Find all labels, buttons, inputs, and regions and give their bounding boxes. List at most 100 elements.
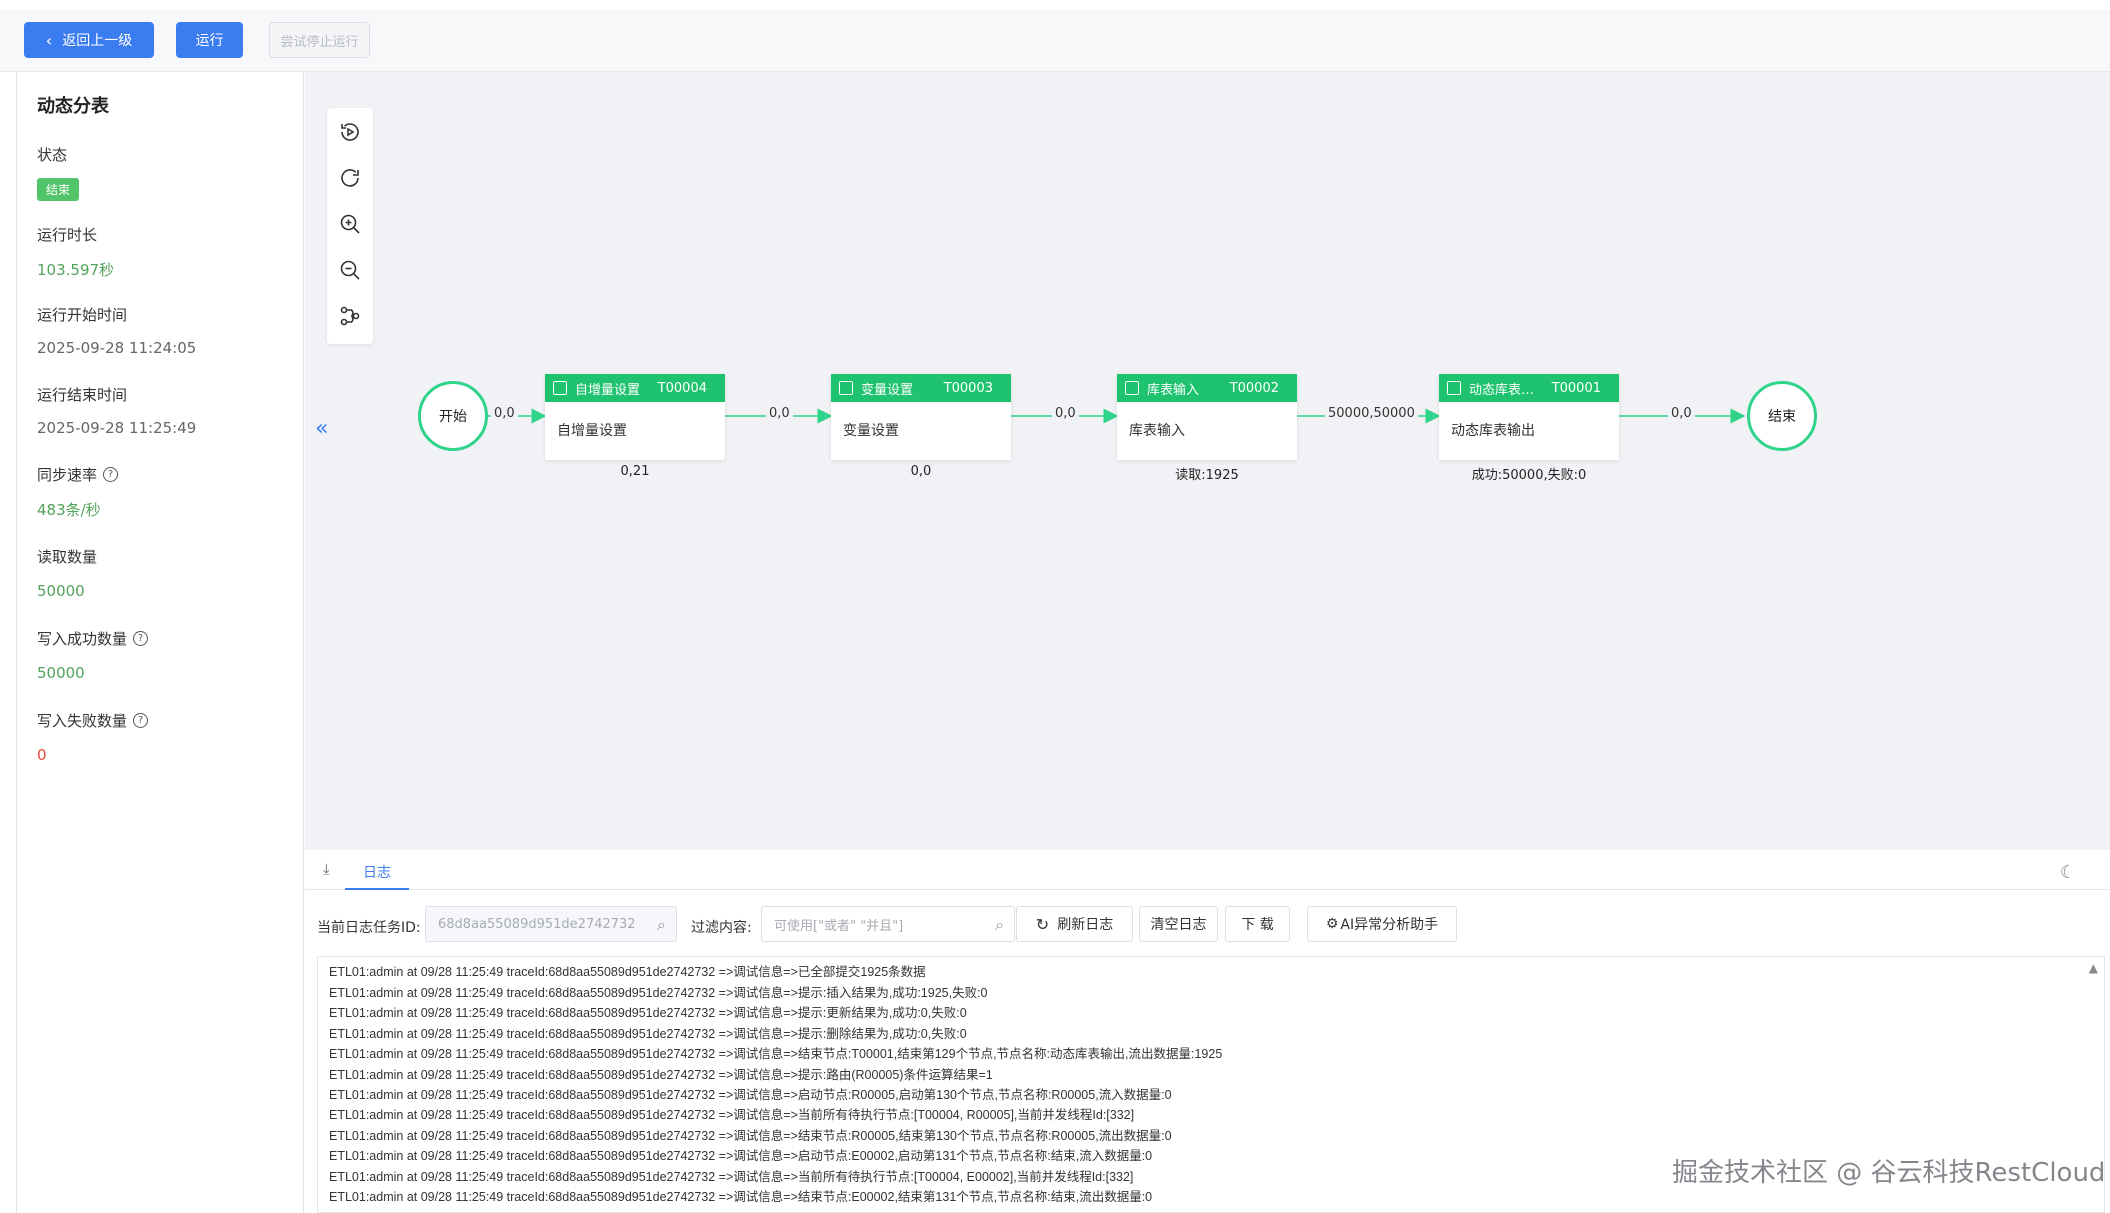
ai-icon: ⚙ [1325,916,1339,932]
refresh-icon: ↻ [1035,914,1050,934]
write-success-label: 写入成功数量 [37,630,128,648]
search-icon[interactable]: ⌕ [657,915,666,935]
refresh-log-label: 刷新日志 [1057,917,1114,933]
edge-label: 0,0 [491,406,518,421]
tab-log[interactable]: 日志 [345,856,409,890]
edge-label: 0,0 [1668,406,1695,421]
node-stat: 0,21 [620,464,650,479]
task-id-label: 当前日志任务ID: [317,920,421,936]
back-button[interactable]: ‹ 返回上一级 [24,22,154,58]
help-icon[interactable]: ? [133,631,149,646]
watermark: 掘金技术社区 @ 谷云科技RestCloud [1672,1158,2106,1188]
log-line: ETL01:admin at 09/28 11:25:49 traceId:68… [329,965,926,979]
flow-node-t00003[interactable]: 变量设置 T00003 变量设置 [831,374,1011,460]
moon-icon[interactable]: ☾ [2060,862,2076,883]
duration-value: 103.597秒 [37,261,115,279]
sync-rate-label: 同步速率 [37,466,98,484]
node-id: T00002 [1229,380,1279,396]
node-type-icon [1125,381,1139,395]
duration-label: 运行时长 [37,226,98,244]
log-line: ETL01:admin at 09/28 11:25:49 traceId:68… [329,1149,1153,1163]
log-tabbar: ⤓ 日志 ☾ [305,850,2110,890]
end-time-label: 运行结束时间 [37,386,128,404]
filter-input[interactable]: 可使用["或者" "并且"] ⌕ [761,906,1015,942]
write-fail-label: 写入失败数量 [37,712,128,730]
edge-label: 50000,50000 [1325,406,1418,421]
node-title: 变量设置 [861,382,914,398]
start-time-label: 运行开始时间 [37,306,128,324]
status-badge: 结束 [37,178,80,201]
refresh-log-button[interactable]: ↻ 刷新日志 [1016,906,1133,942]
end-node[interactable]: 结束 [1747,381,1817,451]
log-line: ETL01:admin at 09/28 11:25:49 traceId:68… [329,1047,1223,1061]
flow-edges [488,408,1746,424]
log-line: ETL01:admin at 09/28 11:25:49 traceId:68… [329,1088,1172,1102]
log-line: ETL01:admin at 09/28 11:25:49 traceId:68… [329,1129,1172,1143]
filter-placeholder: 可使用["或者" "并且"] [774,918,904,934]
edge-label: 0,0 [1052,406,1079,421]
flow-node-t00001[interactable]: 动态库表… T00001 动态库表输出 [1439,374,1619,460]
edge-label: 0,0 [766,406,793,421]
download-icon[interactable]: ⤓ [323,860,330,878]
log-line: ETL01:admin at 09/28 11:25:49 traceId:68… [329,1170,1134,1184]
node-id: T00003 [943,380,993,396]
log-line: ETL01:admin at 09/28 11:25:49 traceId:68… [329,1027,967,1041]
start-node[interactable]: 开始 [418,381,488,451]
stop-run-button[interactable]: 尝试停止运行 [269,22,370,58]
help-icon[interactable]: ? [103,467,119,482]
status-label: 状态 [37,146,68,164]
node-stat: 读取:1925 [1175,468,1239,483]
node-title: 自增量设置 [575,382,641,398]
write-success-value: 50000 [37,664,85,682]
start-time-value: 2025-09-28 11:24:05 [37,339,197,357]
flow-canvas[interactable]: « 开始 结束 0,0 0,0 0,0 50000,50000 0,0 自增量设… [305,72,2110,850]
node-id: T00001 [1551,380,1601,396]
node-type-icon [553,381,567,395]
top-toolbar: ‹ 返回上一级 运行 尝试停止运行 [0,10,2110,72]
download-button[interactable]: 下 载 [1225,906,1290,942]
panel-title: 动态分表 [37,96,109,117]
filter-label: 过滤内容: [691,920,752,936]
log-line: ETL01:admin at 09/28 11:25:49 traceId:68… [329,1068,993,1082]
node-header: 变量设置 T00003 [831,374,1011,402]
node-body: 动态库表输出 [1451,423,1535,439]
write-fail-value: 0 [37,746,47,764]
node-body: 自增量设置 [557,423,627,439]
log-line: ETL01:admin at 09/28 11:25:49 traceId:68… [329,1190,1153,1204]
log-line: ETL01:admin at 09/28 11:25:49 traceId:68… [329,1108,1135,1122]
clear-log-button[interactable]: 清空日志 [1139,906,1218,942]
scroll-up-icon[interactable]: ▲ [2089,961,2098,975]
read-count-label: 读取数量 [37,548,98,566]
node-stat: 成功:50000,失败:0 [1471,468,1587,483]
chevron-left-icon: ‹ [45,30,53,50]
node-body: 库表输入 [1129,423,1185,439]
write-fail-label-row: 写入失败数量 ? [37,710,149,731]
help-icon[interactable]: ? [133,713,149,728]
task-id-input[interactable]: 68d8aa55089d951de2742732 ⌕ [425,906,677,942]
read-count-value: 50000 [37,582,85,600]
sync-rate-value: 483条/秒 [37,501,101,519]
search-icon[interactable]: ⌕ [995,915,1004,935]
back-button-label: 返回上一级 [62,33,133,49]
node-title: 动态库表… [1469,382,1535,398]
node-title: 库表输入 [1147,382,1200,398]
run-button[interactable]: 运行 [176,22,243,58]
end-time-value: 2025-09-28 11:25:49 [37,419,197,437]
log-line: ETL01:admin at 09/28 11:25:49 traceId:68… [329,1006,967,1020]
node-type-icon [1447,381,1461,395]
task-id-value: 68d8aa55089d951de2742732 [438,916,636,932]
node-header: 自增量设置 T00004 [545,374,725,402]
log-line: ETL01:admin at 09/28 11:25:49 traceId:68… [329,986,988,1000]
flow-node-t00002[interactable]: 库表输入 T00002 库表输入 [1117,374,1297,460]
flow-node-t00004[interactable]: 自增量设置 T00004 自增量设置 [545,374,725,460]
write-success-label-row: 写入成功数量 ? [37,628,149,649]
node-type-icon [839,381,853,395]
ai-assistant-button[interactable]: ⚙ AI异常分析助手 [1307,906,1457,942]
node-body: 变量设置 [843,423,899,439]
node-id: T00004 [657,380,707,396]
node-header: 动态库表… T00001 [1439,374,1619,402]
node-stat: 0,0 [910,464,932,479]
run-info-panel: 动态分表 状态 结束 运行时长 103.597秒 运行开始时间 2025-09-… [16,72,304,1213]
sync-rate-label-row: 同步速率 ? [37,464,119,485]
ai-assistant-label: AI异常分析助手 [1340,917,1439,933]
